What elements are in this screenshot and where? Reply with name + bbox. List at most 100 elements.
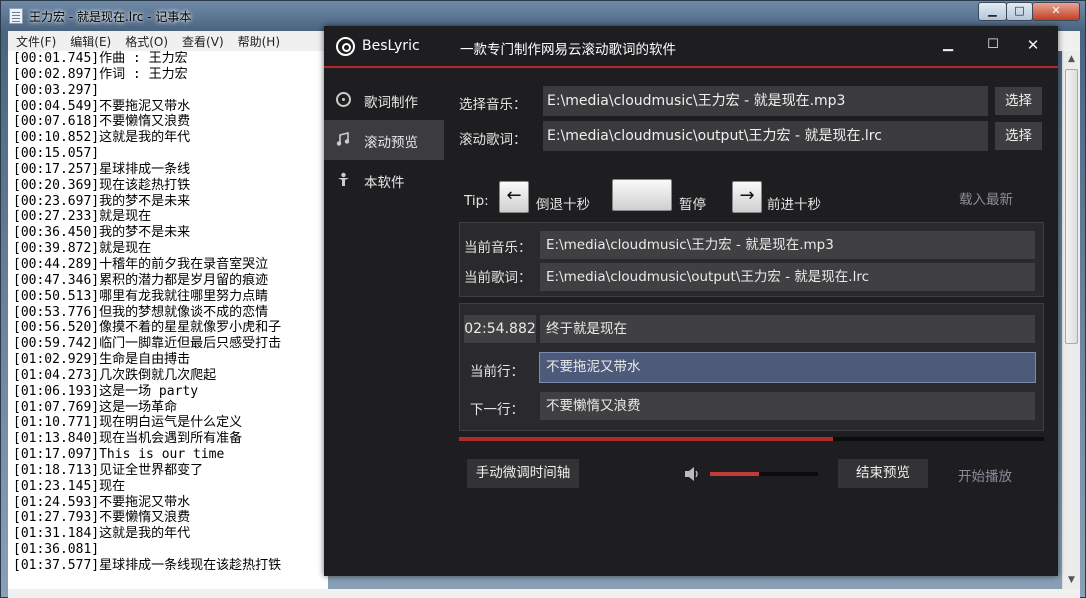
text-line: [00:39.872]就是现在 <box>13 241 152 257</box>
right-arrow-key-icon: → <box>732 181 762 213</box>
text-line: [00:10.852]这就是我的年代 <box>13 130 191 146</box>
text-line: [01:27.793]不要懒惰又浪费 <box>13 510 191 526</box>
text-line: [01:13.840]现在当机会遇到所有准备 <box>13 431 243 447</box>
text-line: [00:04.549]不要拖泥又带水 <box>13 98 191 114</box>
sidebar-item-scroll-preview[interactable]: 滚动预览 <box>324 120 444 160</box>
sidebar-item-about[interactable]: 本软件 <box>324 160 444 200</box>
current-line-field: 不要拖泥又带水 <box>539 352 1036 383</box>
sidebar-item-label: 歌词制作 <box>364 95 418 111</box>
volume-slider[interactable] <box>710 472 818 476</box>
next-line-label: 下一行： <box>470 402 524 418</box>
app-name: BesLyric <box>362 38 420 54</box>
sidebar: 歌词制作 滚动预览 本软件 <box>324 70 444 576</box>
notepad-app-icon <box>9 8 23 24</box>
app-slogan: 一款专门制作网易云滚动歌词的软件 <box>460 42 676 58</box>
load-latest-link[interactable]: 载入最新 <box>959 188 1013 208</box>
scroll-lyric-field[interactable]: E:\media\cloudmusic\output\王力宏 - 就是现在.lr… <box>543 121 988 151</box>
current-time: 02:54.882 <box>464 315 536 343</box>
manual-adjust-timeline-button[interactable]: 手动微调时间轴 <box>467 459 579 488</box>
notepad-text-area[interactable]: [00:01.745]作曲 : 王力宏 [00:02.897]作词 : 王力宏 [0… <box>8 51 328 589</box>
text-line: [00:44.289]十稽年的前夕我在录音室哭泣 <box>13 256 269 272</box>
text-line: [00:27.233]就是现在 <box>13 209 152 225</box>
tip-label: Tip: <box>464 193 489 209</box>
playback-progress-fill <box>459 437 834 441</box>
text-line: [00:59.742]临门一脚靠近但最后只感受打击 <box>13 336 282 352</box>
space-key-icon <box>612 179 672 211</box>
lyric-preview-panel: 02:54.882 终于就是现在 当前行： 不要拖泥又带水 下一行： 不要懒惰又… <box>459 303 1044 431</box>
scroll-up-icon[interactable]: ▲ <box>1063 51 1080 68</box>
beslyric-close-button[interactable]: ✕ <box>1021 34 1045 56</box>
text-line: [00:15.057] <box>13 146 100 162</box>
menu-view[interactable]: 查看(V) <box>174 31 230 50</box>
scroll-thumb[interactable] <box>1065 69 1078 344</box>
previous-line-field: 终于就是现在 <box>540 315 1035 343</box>
beslyric-maximize-button[interactable]: ☐ <box>981 34 1005 56</box>
text-line: [01:36.081] <box>13 542 100 558</box>
text-line: [00:07.618]不要懒惰又浪费 <box>13 114 191 130</box>
text-line: [00:36.450]我的梦不是未来 <box>13 225 191 241</box>
sidebar-item-label: 本软件 <box>364 175 405 191</box>
current-line-label: 当前行： <box>470 364 524 380</box>
text-line: [00:23.697]我的梦不是未来 <box>13 193 191 209</box>
select-music-field[interactable]: E:\media\cloudmusic\王力宏 - 就是现在.mp3 <box>543 86 988 116</box>
tip-pause-label: 暂停 <box>679 197 706 213</box>
tip-forward-label: 前进十秒 <box>767 197 821 213</box>
text-line: [01:24.593]不要拖泥又带水 <box>13 494 191 510</box>
menu-edit[interactable]: 编辑(E) <box>62 31 117 50</box>
text-line: [01:37.577]星球排成一条线现在该趁热打铁 <box>13 558 282 573</box>
notepad-bottom-border <box>8 589 1080 598</box>
current-music-label: 当前音乐： <box>464 240 532 256</box>
disc-icon <box>336 92 351 107</box>
menu-help[interactable]: 帮助(H) <box>230 31 286 50</box>
text-line: [00:20.369]现在该趁热打铁 <box>13 177 191 193</box>
text-line: [00:03.297] <box>13 82 100 98</box>
left-arrow-key-icon: ← <box>499 181 529 213</box>
text-line: [01:10.771]现在明白运气是什么定义 <box>13 415 243 431</box>
text-line: [00:17.257]星球排成一条线 <box>13 161 191 177</box>
volume-slider-fill <box>710 472 759 476</box>
text-line: [00:01.745]作曲 : 王力宏 <box>13 51 188 66</box>
menu-file[interactable]: 文件(F) <box>8 31 62 50</box>
notepad-title: 王力宏 - 就是现在.lrc - 记事本 <box>29 10 192 24</box>
menu-format[interactable]: 格式(O) <box>117 31 174 50</box>
current-lyric-label: 当前歌词： <box>464 270 532 286</box>
scroll-down-icon[interactable]: ▼ <box>1063 572 1080 589</box>
text-line: [00:02.897]作词 : 王力宏 <box>13 66 188 82</box>
start-play-link[interactable]: 开始播放 <box>958 465 1012 485</box>
select-music-button[interactable]: 选择 <box>995 87 1042 115</box>
notepad-close-button[interactable]: ✕ <box>1032 2 1080 21</box>
next-line-field: 不要懒惰又浪费 <box>540 392 1035 420</box>
current-music-field: E:\media\cloudmusic\王力宏 - 就是现在.mp3 <box>540 231 1035 259</box>
text-line: [01:18.713]见证全世界都变了 <box>13 462 204 478</box>
text-line: [00:47.346]累积的潜力都是岁月留的痕迹 <box>13 272 269 288</box>
text-line: [00:53.776]但我的梦想就像谈不成的恋情 <box>13 304 269 320</box>
text-line: [00:50.513]哪里有龙我就往哪里努力点睛 <box>13 288 269 304</box>
volume-icon[interactable] <box>684 466 702 482</box>
sidebar-item-label: 滚动预览 <box>364 135 418 151</box>
text-line: [01:06.193]这是一场 party <box>13 383 199 399</box>
end-preview-button[interactable]: 结束预览 <box>838 459 928 488</box>
select-lyric-button[interactable]: 选择 <box>995 122 1042 150</box>
text-line: [01:31.184]这就是我的年代 <box>13 526 191 542</box>
select-music-label: 选择音乐： <box>459 97 527 113</box>
netease-logo-icon <box>336 37 355 56</box>
beslyric-title-bar[interactable]: BesLyric 一款专门制作网易云滚动歌词的软件 ▁ ☐ ✕ <box>324 26 1058 68</box>
text-line: [00:56.520]像摸不着的星星就像罗小虎和子 <box>13 320 282 336</box>
tip-back-label: 倒退十秒 <box>536 197 590 213</box>
text-line: [01:04.273]几次跌倒就几次爬起 <box>13 367 217 383</box>
beslyric-window: BesLyric 一款专门制作网易云滚动歌词的软件 ▁ ☐ ✕ 歌词制作 滚动预… <box>324 26 1058 576</box>
text-line: [01:02.929]生命是自由搏击 <box>13 352 191 368</box>
person-icon <box>336 172 351 187</box>
text-line: [01:17.097]This is our time <box>13 447 225 463</box>
text-line: [01:07.769]这是一场革命 <box>13 399 178 415</box>
music-note-icon <box>336 131 351 147</box>
current-file-panel: 当前音乐： E:\media\cloudmusic\王力宏 - 就是现在.mp3… <box>459 222 1044 297</box>
beslyric-minimize-button[interactable]: ▁ <box>936 34 960 56</box>
text-line: [01:23.145]现在 <box>13 478 126 494</box>
notepad-scrollbar[interactable]: ▲ ▼ <box>1062 51 1080 589</box>
sidebar-item-lyric-making[interactable]: 歌词制作 <box>324 80 444 120</box>
playback-progress-bar[interactable] <box>459 437 1044 441</box>
notepad-minimize-button[interactable]: ▁ <box>978 2 1007 21</box>
notepad-maximize-button[interactable]: □ <box>1006 2 1033 21</box>
scroll-lyric-label: 滚动歌词： <box>459 132 527 148</box>
